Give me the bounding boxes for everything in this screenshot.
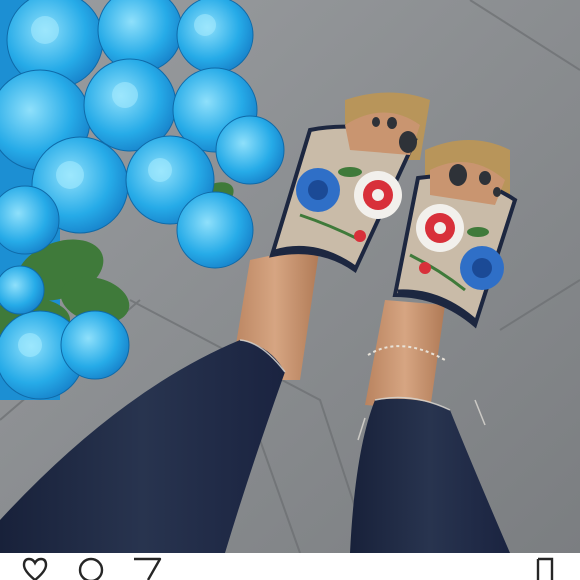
post-photo <box>0 0 580 553</box>
share-icon[interactable] <box>130 553 164 580</box>
instagram-post <box>0 0 580 580</box>
bookmark-icon[interactable] <box>528 553 562 580</box>
heart-icon[interactable] <box>18 553 52 580</box>
post-action-bar <box>0 553 580 580</box>
comment-icon[interactable] <box>74 553 108 580</box>
